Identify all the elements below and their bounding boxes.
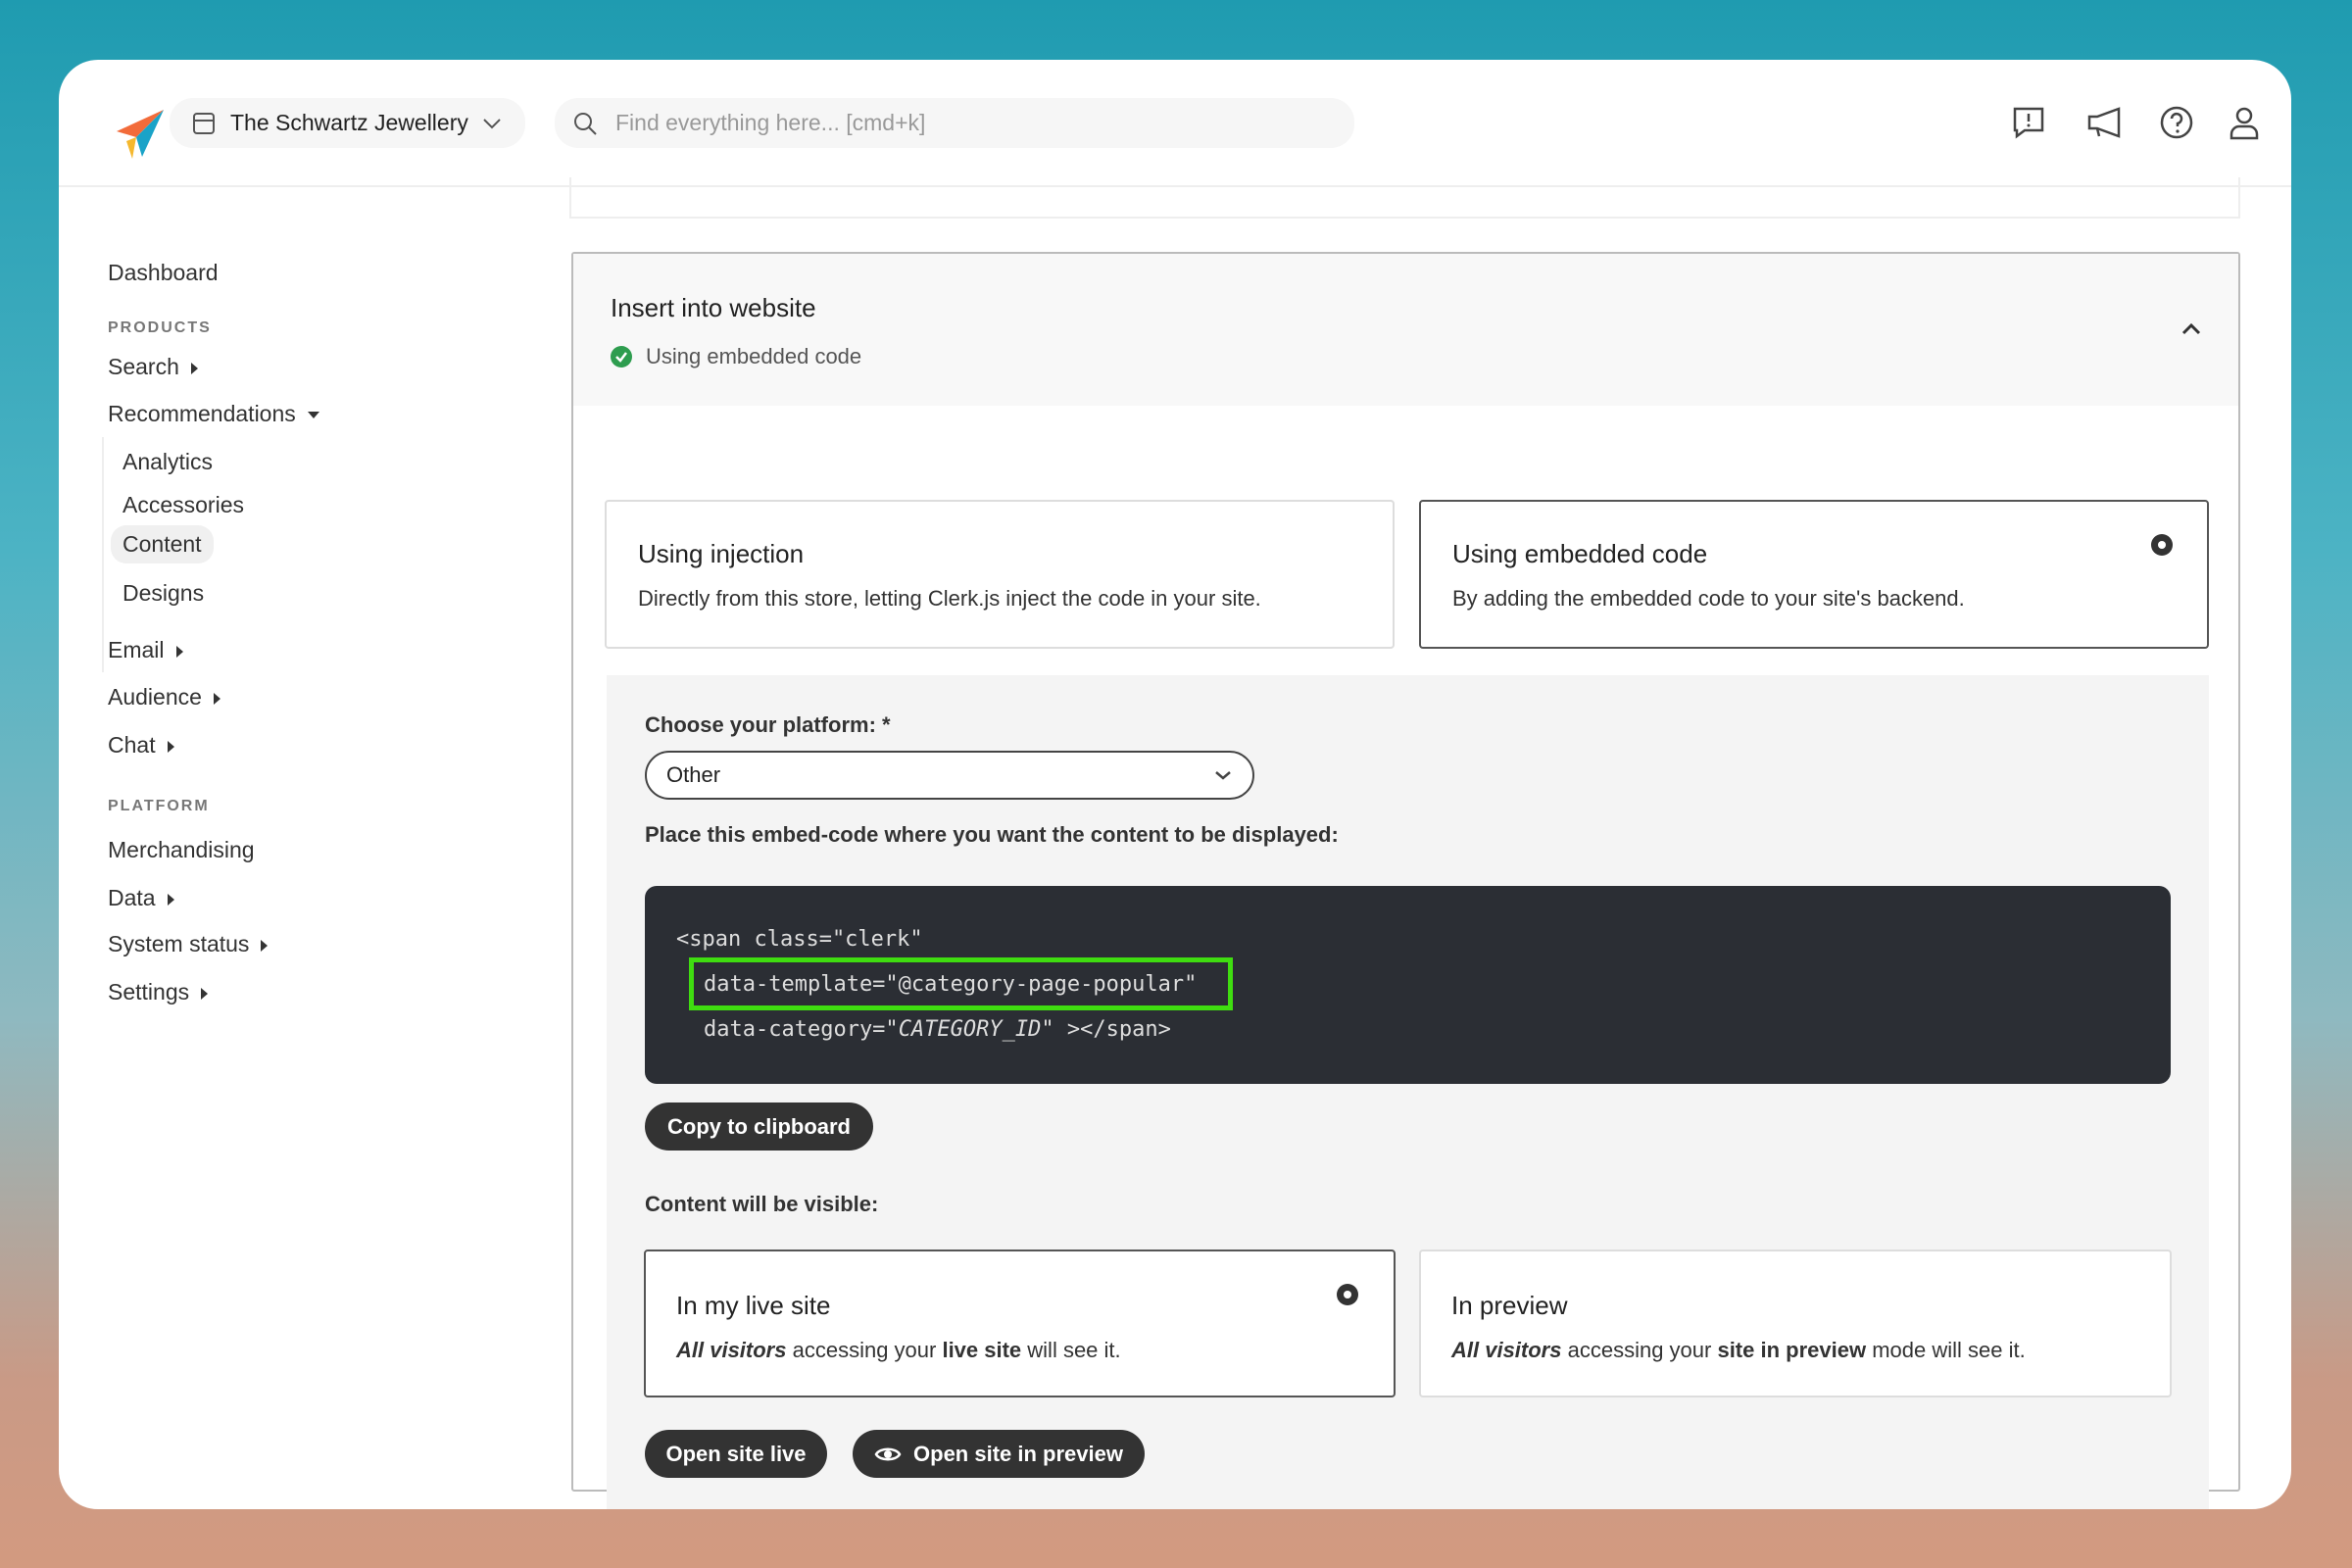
- visible-label: Content will be visible:: [645, 1192, 879, 1216]
- feedback-icon[interactable]: [2011, 105, 2046, 140]
- chevron-down-icon: [1213, 769, 1233, 781]
- option-description: All visitors accessing your live site wi…: [676, 1338, 1121, 1363]
- search-input[interactable]: Find everything here... [cmd+k]: [615, 110, 925, 136]
- caret-right-icon: [167, 740, 174, 753]
- code-part: data-category=": [704, 1017, 899, 1042]
- chevron-up-icon[interactable]: [2180, 322, 2202, 336]
- platform-label: Choose your platform: *: [645, 712, 891, 737]
- store-name: The Schwartz Jewellery: [230, 110, 468, 135]
- sidebar-item-system-status[interactable]: System status: [108, 931, 269, 957]
- clerk-logo[interactable]: [113, 104, 170, 161]
- sidebar-item-data[interactable]: Data: [108, 885, 174, 911]
- sidebar-item-content[interactable]: Content: [111, 525, 214, 564]
- desc-part: mode will see it.: [1866, 1338, 2026, 1362]
- chevron-down-icon: [482, 117, 502, 130]
- visibility-preview[interactable]: In preview All visitors accessing your s…: [1419, 1250, 2172, 1397]
- sidebar-item-dashboard[interactable]: Dashboard: [108, 260, 219, 286]
- radio-selected-icon[interactable]: [2151, 534, 2173, 556]
- caret-right-icon: [167, 893, 174, 906]
- sidebar-item-chat[interactable]: Chat: [108, 732, 174, 759]
- top-header: The Schwartz Jewellery Find everything h…: [59, 60, 2291, 187]
- submenu-line: [102, 437, 104, 672]
- app-window: The Schwartz Jewellery Find everything h…: [59, 60, 2291, 1509]
- caret-right-icon: [175, 645, 183, 658]
- embed-label: Place this embed-code where you want the…: [645, 822, 1339, 847]
- desc-part: All visitors: [676, 1338, 787, 1362]
- eye-icon: [874, 1446, 902, 1463]
- insert-into-website-panel: Insert into website Using embedded code …: [571, 252, 2240, 1509]
- desc-part: live site: [942, 1338, 1022, 1362]
- option-description: All visitors accessing your site in prev…: [1451, 1338, 2026, 1363]
- desc-part: site in preview: [1717, 1338, 1867, 1362]
- panel-header[interactable]: Insert into website Using embedded code: [573, 254, 2238, 406]
- platform-select[interactable]: Other: [645, 751, 1254, 800]
- option-description: Directly from this store, letting Clerk.…: [638, 586, 1261, 611]
- caret-right-icon: [213, 692, 220, 705]
- option-description: By adding the embedded code to your site…: [1452, 586, 1965, 611]
- announcement-icon[interactable]: [2085, 105, 2125, 140]
- status-text: Using embedded code: [646, 344, 862, 368]
- option-title: Using embedded code: [1452, 539, 1708, 568]
- sidebar-heading-products: PRODUCTS: [108, 319, 212, 336]
- search-icon: [572, 111, 598, 136]
- radio-selected-icon[interactable]: [1337, 1284, 1358, 1305]
- option-title: In my live site: [676, 1291, 831, 1320]
- desc-part: accessing your: [786, 1338, 943, 1362]
- desc-part: will see it.: [1021, 1338, 1121, 1362]
- sidebar-heading-platform: PLATFORM: [108, 798, 210, 814]
- sidebar-item-label: Settings: [108, 979, 190, 1004]
- desc-part: All visitors: [1451, 1338, 1562, 1362]
- embed-settings-panel: Choose your platform: * Other Place this…: [607, 675, 2209, 1509]
- sidebar-item-recommendations[interactable]: Recommendations: [108, 401, 319, 427]
- option-using-embedded-code[interactable]: Using embedded code By adding the embedd…: [1419, 500, 2209, 649]
- caret-right-icon: [190, 362, 198, 374]
- sidebar-item-email[interactable]: Email: [108, 637, 183, 663]
- code-line: data-template="@category-page-popular": [704, 972, 1198, 997]
- search-bar[interactable]: Find everything here... [cmd+k]: [555, 98, 1354, 148]
- previous-section-card: [569, 177, 2240, 219]
- sidebar-item-merchandising[interactable]: Merchandising: [108, 837, 255, 863]
- code-placeholder: CATEGORY_ID: [898, 1017, 1042, 1042]
- caret-down-icon: [307, 412, 319, 419]
- copy-to-clipboard-button[interactable]: Copy to clipboard: [645, 1102, 873, 1151]
- option-title: Using injection: [638, 539, 805, 568]
- code-part: " ></span>: [1041, 1017, 1171, 1042]
- platform-value: Other: [666, 762, 721, 787]
- help-icon[interactable]: [2159, 105, 2194, 140]
- sidebar-item-accessories[interactable]: Accessories: [122, 492, 244, 518]
- sidebar-item-audience[interactable]: Audience: [108, 684, 220, 710]
- caret-right-icon: [201, 987, 209, 1000]
- sidebar-item-designs[interactable]: Designs: [122, 580, 204, 607]
- sidebar-item-search[interactable]: Search: [108, 354, 198, 380]
- sidebar-item-analytics[interactable]: Analytics: [122, 449, 213, 475]
- check-circle-icon: [611, 346, 632, 368]
- option-title: In preview: [1451, 1291, 1568, 1320]
- user-icon[interactable]: [2227, 105, 2262, 140]
- visibility-live-site[interactable]: In my live site All visitors accessing y…: [644, 1250, 1396, 1397]
- caret-right-icon: [261, 939, 269, 952]
- open-site-in-preview-button[interactable]: Open site in preview: [853, 1430, 1145, 1478]
- sidebar-item-settings[interactable]: Settings: [108, 979, 209, 1005]
- option-using-injection[interactable]: Using injection Directly from this store…: [605, 500, 1395, 649]
- panel-status: Using embedded code: [611, 344, 861, 369]
- store-icon: [191, 112, 217, 135]
- open-site-live-button[interactable]: Open site live: [645, 1430, 827, 1478]
- button-label: Open site in preview: [913, 1441, 1123, 1466]
- sidebar-item-label: Email: [108, 637, 165, 662]
- code-line: <span class="clerk": [676, 927, 923, 952]
- sidebar-item-label: Audience: [108, 684, 202, 710]
- panel-title: Insert into website: [611, 293, 816, 322]
- sidebar-item-label: Data: [108, 885, 156, 910]
- sidebar-item-label: Search: [108, 354, 179, 379]
- sidebar-item-label: Chat: [108, 732, 156, 758]
- code-block[interactable]: <span class="clerk" data-template="@cate…: [645, 886, 2171, 1084]
- sidebar-item-label: Recommendations: [108, 401, 296, 426]
- store-selector[interactable]: The Schwartz Jewellery: [170, 98, 525, 148]
- code-line: data-category="CATEGORY_ID" ></span>: [704, 1017, 1171, 1042]
- desc-part: accessing your: [1561, 1338, 1718, 1362]
- sidebar-item-label: System status: [108, 931, 250, 956]
